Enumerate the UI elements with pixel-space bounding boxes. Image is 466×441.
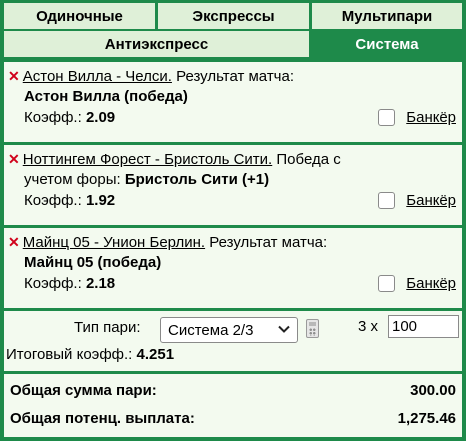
- total-stake-label: Общая сумма пари:: [10, 382, 157, 399]
- remove-x-icon[interactable]: ✕: [8, 151, 20, 167]
- banker-checkbox[interactable]: [378, 192, 396, 209]
- odds-value: 2.09: [85, 109, 116, 126]
- tab-singles[interactable]: Одиночные: [4, 3, 155, 29]
- selection-text: Бристоль Сити (+1): [124, 171, 270, 188]
- banker-toggle: Банкёр: [378, 192, 456, 209]
- bet-item: ✕ Майнц 05 - Унион Берлин. Результат матч…: [4, 228, 462, 308]
- banker-checkbox[interactable]: [378, 109, 396, 126]
- total-odds-value: 4.251: [136, 346, 175, 363]
- banker-toggle: Банкёр: [378, 109, 456, 126]
- odds-label: Коэфф.:: [24, 275, 82, 292]
- chevron-down-icon: [277, 322, 291, 339]
- bet-description: ✕ Астон Вилла - Челси. Результат матча:: [8, 66, 458, 87]
- tab-antiexpress[interactable]: Антиэкспресс: [4, 31, 309, 57]
- tab-express[interactable]: Экспрессы: [158, 3, 309, 29]
- bet-description: ✕ Майнц 05 - Унион Берлин. Результат матч…: [8, 232, 458, 253]
- banker-checkbox[interactable]: [378, 275, 396, 292]
- multiplier-text: 3 x: [358, 318, 379, 335]
- market-text-cont: учетом форы:: [24, 171, 125, 188]
- odds-value: 2.18: [85, 275, 116, 292]
- odds-label: Коэфф.:: [24, 109, 82, 126]
- banker-link[interactable]: Банкёр: [406, 275, 456, 292]
- total-odds-row: Итоговый коэфф.: 4.251: [6, 346, 174, 363]
- potential-payout-label: Общая потенц. выплата:: [10, 410, 195, 427]
- total-odds-label: Итоговый коэфф.:: [6, 346, 133, 363]
- odds-label: Коэфф.:: [24, 192, 82, 209]
- potential-payout-value: 1,275.46: [397, 410, 456, 427]
- remove-x-icon[interactable]: ✕: [8, 68, 20, 84]
- remove-x-icon[interactable]: ✕: [8, 234, 20, 250]
- event-link[interactable]: Майнц 05 - Унион Берлин.: [23, 234, 205, 251]
- odds-value: 1.92: [85, 192, 116, 209]
- selection-text: Астон Вилла (победа): [24, 88, 188, 105]
- bet-item: ✕ Ноттингем Форест - Бристоль Сити. Побед…: [4, 145, 462, 225]
- selection-line: учетом форы: Бристоль Сити (+1): [24, 170, 458, 190]
- system-settings: Тип пари: Система 2/3 3 x Итоговый коэфф…: [4, 311, 462, 371]
- banker-link[interactable]: Банкёр: [406, 192, 456, 209]
- market-text: Результат матча:: [205, 234, 328, 251]
- stake-input[interactable]: [388, 315, 459, 338]
- event-link[interactable]: Астон Вилла - Челси.: [23, 68, 172, 85]
- bet-type-select[interactable]: Система 2/3: [160, 317, 298, 343]
- banker-link[interactable]: Банкёр: [406, 109, 456, 126]
- summary: Общая сумма пари: 300.00 Общая потенц. в…: [4, 374, 462, 437]
- bet-slip: Одиночные Экспрессы Мультипари Антиэкспр…: [0, 0, 466, 441]
- selection-text: Майнц 05 (победа): [24, 254, 162, 271]
- bet-item: ✕ Астон Вилла - Челси. Результат матча: А…: [4, 62, 462, 142]
- banker-toggle: Банкёр: [378, 275, 456, 292]
- calculator-icon[interactable]: [306, 319, 319, 338]
- bet-description: ✕ Ноттингем Форест - Бристоль Сити. Побед…: [8, 149, 458, 170]
- bet-type-label: Тип пари:: [74, 319, 141, 336]
- market-text: Результат матча:: [171, 68, 295, 85]
- market-text: Победа с: [272, 151, 341, 168]
- event-link[interactable]: Ноттингем Форест - Бристоль Сити.: [23, 151, 273, 168]
- tab-multi[interactable]: Мультипари: [312, 3, 462, 29]
- bet-type-value: Система 2/3: [168, 321, 254, 339]
- total-stake-value: 300.00: [410, 382, 456, 399]
- tab-system[interactable]: Система: [312, 31, 462, 57]
